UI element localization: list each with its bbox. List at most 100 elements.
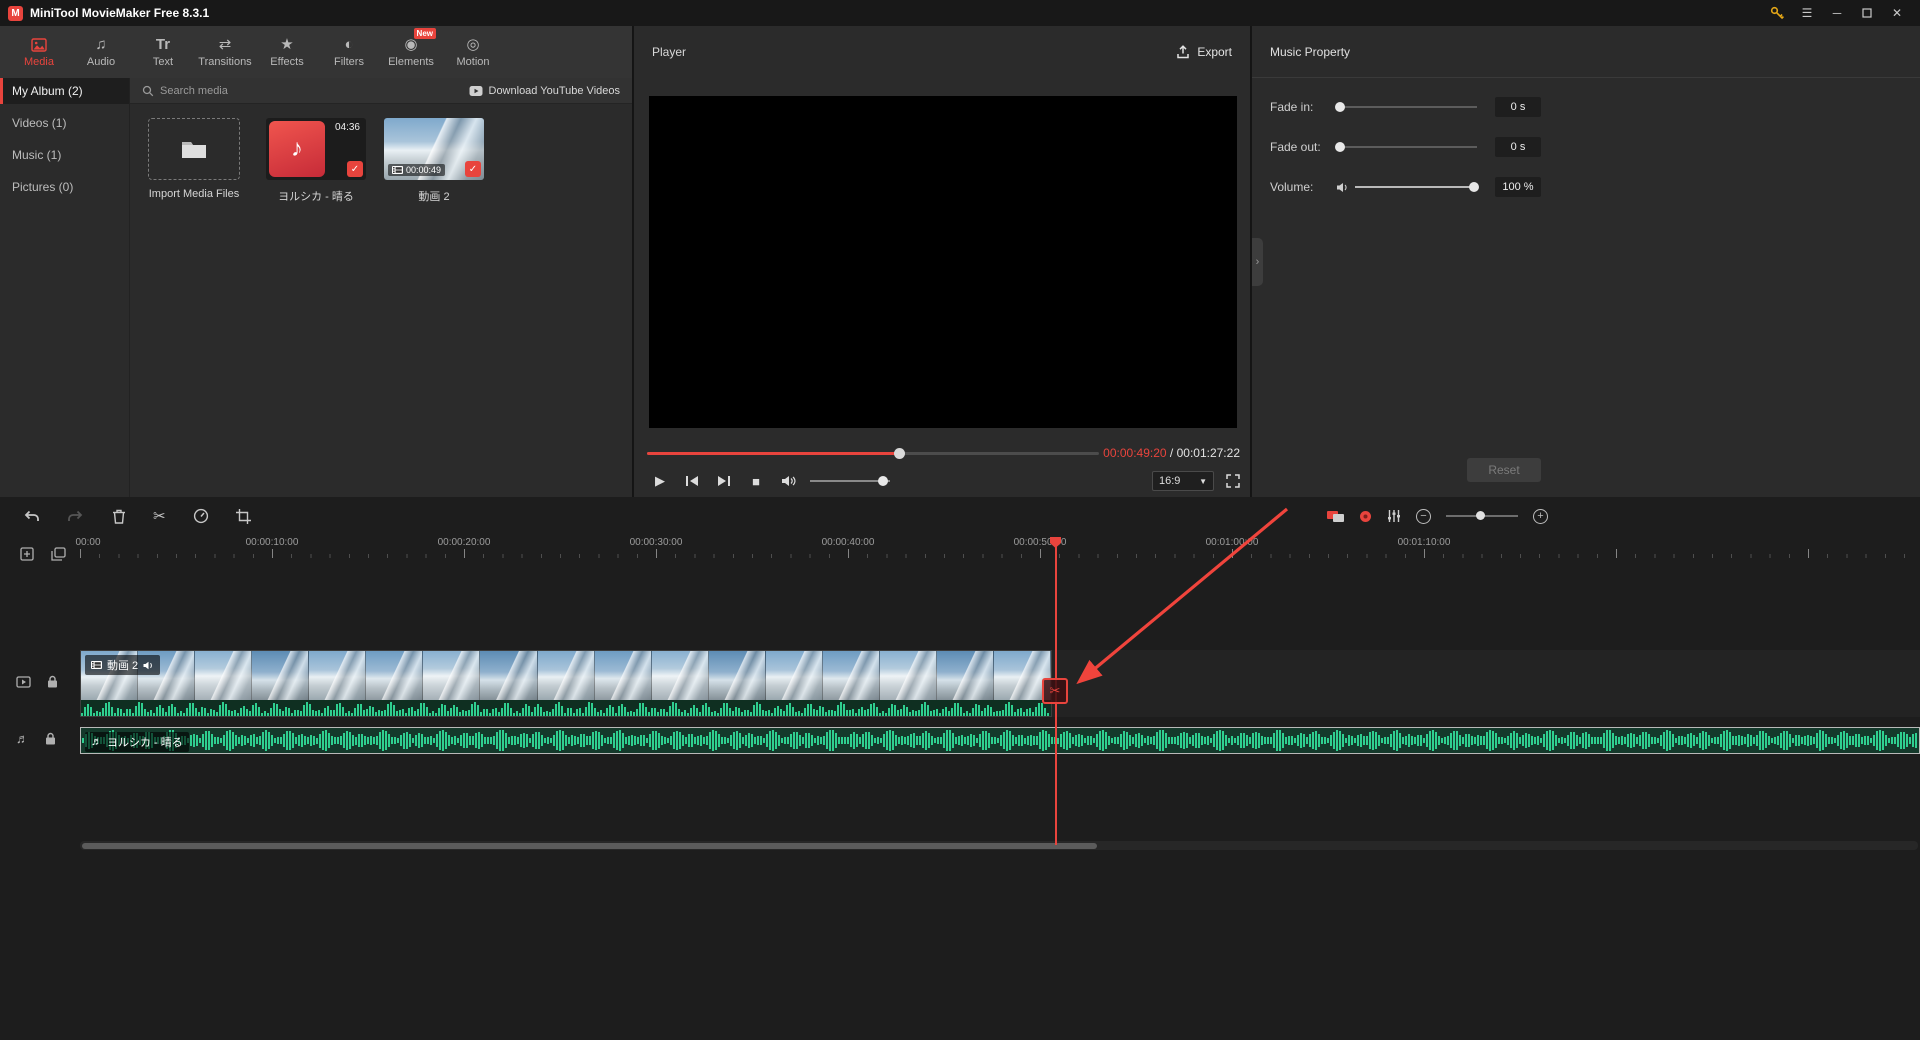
lock-icon[interactable] <box>47 675 58 688</box>
timeline-audio-clip[interactable]: ♬ ヨルシカ - 晴る <box>80 727 1920 754</box>
timeline-panel: ✂ − + <box>0 497 1920 1040</box>
duplicate-clip-icon[interactable] <box>51 547 66 561</box>
sidebar-item-pictures[interactable]: Pictures (0) <box>0 174 129 200</box>
tab-media[interactable]: Media <box>8 26 70 78</box>
fade-out-slider[interactable] <box>1337 146 1477 148</box>
player-volume-handle[interactable] <box>878 476 888 486</box>
playback-progress-bar[interactable] <box>647 452 1099 455</box>
speed-icon[interactable] <box>193 508 209 524</box>
crop-icon[interactable] <box>236 509 251 524</box>
audio-clip-label: ヨルシカ - 晴る <box>107 734 183 750</box>
horizontal-scrollbar[interactable] <box>80 841 1918 850</box>
volume-slider[interactable] <box>1355 186 1477 188</box>
lock-icon[interactable] <box>45 732 56 745</box>
music-media-card[interactable]: ♪ 04:36 ✓ ヨルシカ - 晴る <box>266 118 366 204</box>
fullscreen-icon[interactable] <box>1226 474 1240 488</box>
previous-frame-button[interactable] <box>676 469 708 493</box>
tab-text[interactable]: Tr Text <box>132 26 194 78</box>
audio-mixer-icon[interactable] <box>1387 509 1401 523</box>
video-media-card[interactable]: 00:00:49 ✓ 動画 2 <box>384 118 484 204</box>
volume-icon[interactable] <box>772 469 804 493</box>
playback-controls: ▶ ■ 16:9 ▼ <box>644 469 1240 493</box>
export-button[interactable]: Export <box>1176 45 1232 59</box>
ribbon-tabbar: Media ♫ Audio Tr Text ⇄ Transitions ★ Ef… <box>0 26 632 78</box>
video-track-icon <box>16 676 31 688</box>
folder-icon <box>181 139 207 159</box>
timeline-ruler[interactable]: 00:00 00:00:10:00 00:00:20:00 00:00:30:0… <box>0 537 1920 555</box>
menu-icon[interactable]: ☰ <box>1792 0 1822 26</box>
video-card-box[interactable]: 00:00:49 ✓ <box>384 118 484 180</box>
minimize-icon[interactable]: ─ <box>1822 0 1852 26</box>
media-search-row: Download YouTube Videos <box>130 78 632 104</box>
media-library-panel: Media ♫ Audio Tr Text ⇄ Transitions ★ Ef… <box>0 26 632 497</box>
marker-icon[interactable] <box>1359 510 1372 523</box>
tab-transitions[interactable]: ⇄ Transitions <box>194 26 256 78</box>
license-key-icon[interactable] <box>1762 0 1792 26</box>
speaker-icon <box>1336 182 1349 193</box>
app-logo-icon: M <box>8 6 23 21</box>
tab-filters[interactable]: ◐ Filters <box>318 26 380 78</box>
search-input[interactable] <box>160 85 463 97</box>
download-youtube-link[interactable]: Download YouTube Videos <box>469 85 621 97</box>
aspect-ratio-select[interactable]: 16:9 ▼ <box>1152 471 1214 491</box>
zoom-in-icon[interactable]: + <box>1533 509 1548 524</box>
scrollbar-thumb[interactable] <box>82 843 1097 849</box>
tab-elements[interactable]: New ◉ Elements <box>380 26 442 78</box>
maximize-icon[interactable] <box>1852 0 1882 26</box>
music-note-icon: ♪ <box>269 121 325 177</box>
volume-row: Volume: 100 % <box>1252 176 1920 198</box>
play-button[interactable]: ▶ <box>644 469 676 493</box>
video-clip-label-group: 動画 2 <box>85 655 160 675</box>
media-icon <box>31 36 47 53</box>
tab-audio[interactable]: ♫ Audio <box>70 26 132 78</box>
fade-in-value: 0 s <box>1495 97 1541 117</box>
sidebar-item-music[interactable]: Music (1) <box>0 142 129 168</box>
chevron-down-icon: ▼ <box>1199 477 1207 486</box>
checkmark-icon: ✓ <box>465 161 481 177</box>
timeline-zoom-slider[interactable] <box>1446 515 1518 517</box>
music-property-panel: Music Property Fade in: 0 s Fade out: 0 … <box>1251 26 1920 497</box>
progress-handle[interactable] <box>894 448 905 459</box>
current-time: 00:00:49:20 <box>1103 446 1166 460</box>
audio-icon: ♫ <box>95 36 106 53</box>
add-clip-icon[interactable] <box>20 547 35 561</box>
track-display-mode-icon[interactable] <box>1327 509 1344 523</box>
time-display: 00:00:49:20 / 00:01:27:22 <box>1103 446 1240 460</box>
zoom-handle[interactable] <box>1476 511 1485 520</box>
zoom-out-icon[interactable]: − <box>1416 509 1431 524</box>
video-clip-label: 動画 2 <box>107 657 138 673</box>
reset-button[interactable]: Reset <box>1467 458 1541 482</box>
tab-effects[interactable]: ★ Effects <box>256 26 318 78</box>
fade-out-value: 0 s <box>1495 137 1541 157</box>
fade-out-handle[interactable] <box>1335 142 1345 152</box>
video-preview[interactable] <box>649 96 1237 428</box>
app-window: M MiniTool MovieMaker Free 8.3.1 ☰ ─ ✕ M… <box>0 0 1920 1040</box>
volume-value: 100 % <box>1495 177 1541 197</box>
undo-icon[interactable] <box>22 510 40 523</box>
timeline-video-clip[interactable]: 動画 2 <box>80 650 1052 717</box>
fade-in-slider[interactable] <box>1337 106 1477 108</box>
sidebar-item-my-album[interactable]: My Album (2) <box>0 78 129 104</box>
film-icon <box>91 661 102 669</box>
delete-icon[interactable] <box>112 509 126 524</box>
player-volume-slider[interactable] <box>810 480 890 482</box>
redo-icon[interactable] <box>67 510 85 523</box>
close-icon[interactable]: ✕ <box>1882 0 1912 26</box>
import-media-card[interactable]: Import Media Files <box>148 118 248 204</box>
music-card-box[interactable]: ♪ 04:36 ✓ <box>266 118 366 180</box>
stop-button[interactable]: ■ <box>740 469 772 493</box>
sidebar-item-videos[interactable]: Videos (1) <box>0 110 129 136</box>
split-clip-button[interactable]: ✂ <box>1042 678 1068 704</box>
import-dropzone[interactable] <box>148 118 240 180</box>
video-clip-waveform <box>81 700 1051 716</box>
video-card-label: 動画 2 <box>384 188 484 204</box>
next-frame-button[interactable] <box>708 469 740 493</box>
timeline-toolbar: ✂ − + <box>0 497 1920 535</box>
split-scissors-icon[interactable]: ✂ <box>153 507 166 525</box>
tab-motion[interactable]: ◎ Motion <box>442 26 504 78</box>
annotation-arrow <box>0 497 1920 1040</box>
fade-in-handle[interactable] <box>1335 102 1345 112</box>
player-panel: Player Export 00:00:49:20 / 00:01:27:22 … <box>633 26 1250 497</box>
volume-handle[interactable] <box>1469 182 1479 192</box>
collapse-panel-handle[interactable]: › <box>1252 238 1263 286</box>
